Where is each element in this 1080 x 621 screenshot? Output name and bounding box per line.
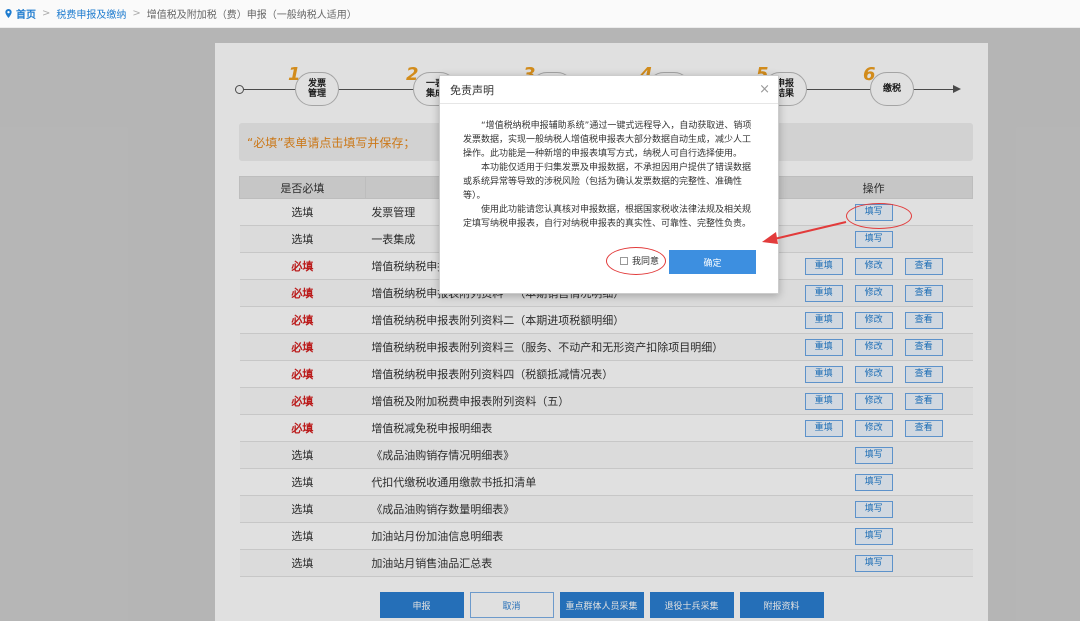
annotation-arrow-icon: [762, 221, 847, 244]
close-icon[interactable]: ×: [759, 82, 770, 97]
breadcrumb-separator: >: [132, 8, 141, 19]
breadcrumb-tax-filing-link[interactable]: 税费申报及缴纳: [56, 6, 126, 21]
annotation-circle-fill: [846, 203, 912, 229]
breadcrumb-home-link[interactable]: 首页: [16, 6, 36, 21]
breadcrumb-separator: >: [42, 8, 51, 19]
breadcrumb-current: 增值税及附加税（费）申报（一般纳税人适用）: [146, 10, 357, 21]
dialog-paragraph: “增值税纳税申报辅助系统”通过一键式远程导入，自动获取进、销项发票数据，实现一般…: [463, 121, 752, 159]
dialog-body: “增值税纳税申报辅助系统”通过一键式远程导入，自动获取进、销项发票数据，实现一般…: [440, 104, 778, 231]
dialog-paragraph: 本功能仅适用于归集发票及申报数据，不承担因用户提供了错误数据或系统异常等导致的涉…: [463, 163, 752, 201]
dialog-title: 免责声明: [440, 76, 778, 104]
dialog-paragraph: 使用此功能请您认真核对申报数据，根据国家税收法律法规及相关规定填写纳税申报表，自…: [463, 205, 752, 229]
annotation-circle-agree: [606, 247, 666, 275]
confirm-button[interactable]: 确定: [669, 250, 756, 274]
location-pin-icon: [5, 9, 12, 18]
breadcrumb: 首页 > 税费申报及缴纳 > 增值税及附加税（费）申报（一般纳税人适用）: [0, 0, 1080, 28]
